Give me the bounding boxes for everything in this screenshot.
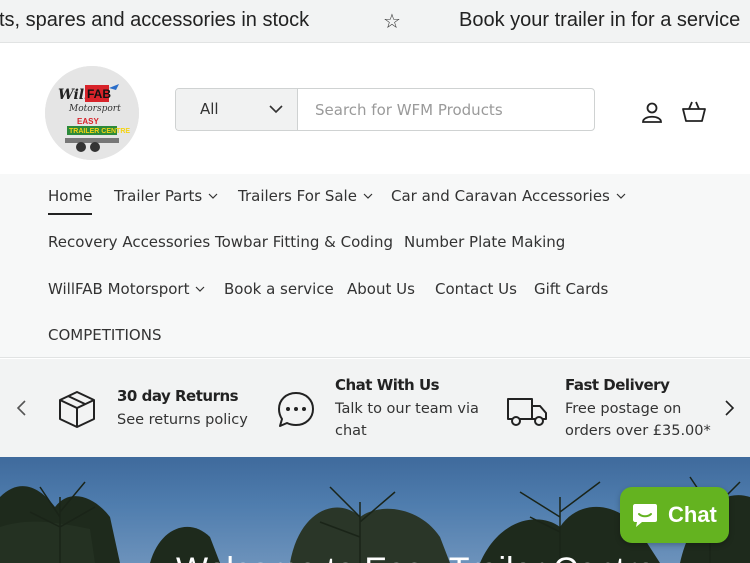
announcement-bar: ts, spares and accessories in stock ☆ Bo… <box>0 0 750 43</box>
main-navigation: Home Trailer Parts Trailers For Sale Car… <box>0 174 750 358</box>
svg-text:FAB: FAB <box>87 87 111 101</box>
nav-item-label: Car and Caravan Accessories <box>391 187 610 205</box>
svg-text:Motorsport: Motorsport <box>68 104 121 114</box>
svg-text:TRAILER CENTRE: TRAILER CENTRE <box>69 128 130 135</box>
nav-item-about-us[interactable]: About Us <box>347 280 415 298</box>
nav-item-contact-us[interactable]: Contact Us <box>435 280 517 298</box>
chat-widget-label: Chat <box>668 502 717 527</box>
chat-bubble-icon <box>278 392 314 427</box>
announcement-message[interactable]: Book your trailer in for a service <box>459 9 740 32</box>
category-select-value: All <box>200 100 219 118</box>
nav-item-label: About Us <box>347 280 415 298</box>
star-icon: ☆ <box>383 9 401 33</box>
nav-item-label: Gift Cards <box>534 280 609 298</box>
chevron-left-icon[interactable] <box>15 399 29 417</box>
nav-item-recovery-accessories[interactable]: Recovery Accessories <box>48 233 210 251</box>
nav-item-label: Book a service <box>224 280 334 298</box>
nav-item-label: COMPETITIONS <box>48 326 162 344</box>
nav-item-label: Contact Us <box>435 280 517 298</box>
nav-item-trailers-for-sale[interactable]: Trailers For Sale <box>238 187 373 205</box>
nav-item-label: Trailer Parts <box>114 187 203 205</box>
search-input[interactable] <box>299 89 594 130</box>
nav-item-car-caravan-accessories[interactable]: Car and Caravan Accessories <box>391 187 626 205</box>
hero-title: Welcome to Easy Trailer Centre <box>176 551 655 563</box>
nav-item-label: Trailers For Sale <box>238 187 357 205</box>
nav-item-towbar-fitting[interactable]: Towbar Fitting & Coding <box>215 233 393 251</box>
svg-text:Will: Will <box>58 87 89 103</box>
site-header: Will FAB Motorsport EASY TRAILER CENTRE … <box>0 44 750 174</box>
nav-item-label: Towbar Fitting & Coding <box>215 233 393 251</box>
usp-title: 30 day Returns <box>117 387 239 405</box>
usp-text[interactable]: See returns policy <box>117 409 257 431</box>
svg-text:EASY: EASY <box>77 117 99 126</box>
chevron-down-icon <box>616 193 626 199</box>
usp-title: Chat With Us <box>335 376 440 394</box>
chevron-down-icon <box>269 105 283 114</box>
site-logo[interactable]: Will FAB Motorsport EASY TRAILER CENTRE <box>45 66 139 160</box>
chevron-down-icon <box>363 193 373 199</box>
announcement-message[interactable]: ts, spares and accessories in stock <box>0 9 309 32</box>
nav-item-trailer-parts[interactable]: Trailer Parts <box>114 187 218 205</box>
usp-carousel: 30 day Returns See returns policy Chat W… <box>0 359 750 457</box>
nav-item-label: Number Plate Making <box>404 233 566 251</box>
nav-item-book-service[interactable]: Book a service <box>224 280 334 298</box>
truck-icon <box>507 398 547 426</box>
chat-widget-button[interactable]: Chat <box>620 487 729 543</box>
usp-text[interactable]: Talk to our team via chat <box>335 398 485 442</box>
usp-title: Fast Delivery <box>565 376 670 394</box>
chevron-down-icon <box>196 286 205 292</box>
usp-text[interactable]: Free postage on orders over £35.00* <box>565 398 715 442</box>
nav-item-label: WillFAB Motorsport <box>48 280 190 298</box>
cart-icon[interactable] <box>681 100 707 124</box>
nav-item-home[interactable]: Home <box>48 187 93 215</box>
nav-item-willfab-motorsport[interactable]: WillFAB Motorsport <box>48 280 205 298</box>
chevron-right-icon[interactable] <box>722 399 736 417</box>
account-icon[interactable] <box>640 100 664 124</box>
chat-bubble-icon <box>633 504 657 527</box>
category-select[interactable]: All <box>176 89 298 130</box>
nav-item-gift-cards[interactable]: Gift Cards <box>534 280 608 298</box>
nav-item-number-plate-making[interactable]: Number Plate Making <box>404 233 565 251</box>
chevron-down-icon <box>208 193 218 199</box>
nav-item-competitions[interactable]: COMPETITIONS <box>48 326 161 344</box>
box-icon <box>59 391 95 428</box>
nav-item-label: Recovery Accessories <box>48 233 211 251</box>
search-bar: All <box>175 88 595 131</box>
nav-item-label: Home <box>48 187 93 205</box>
